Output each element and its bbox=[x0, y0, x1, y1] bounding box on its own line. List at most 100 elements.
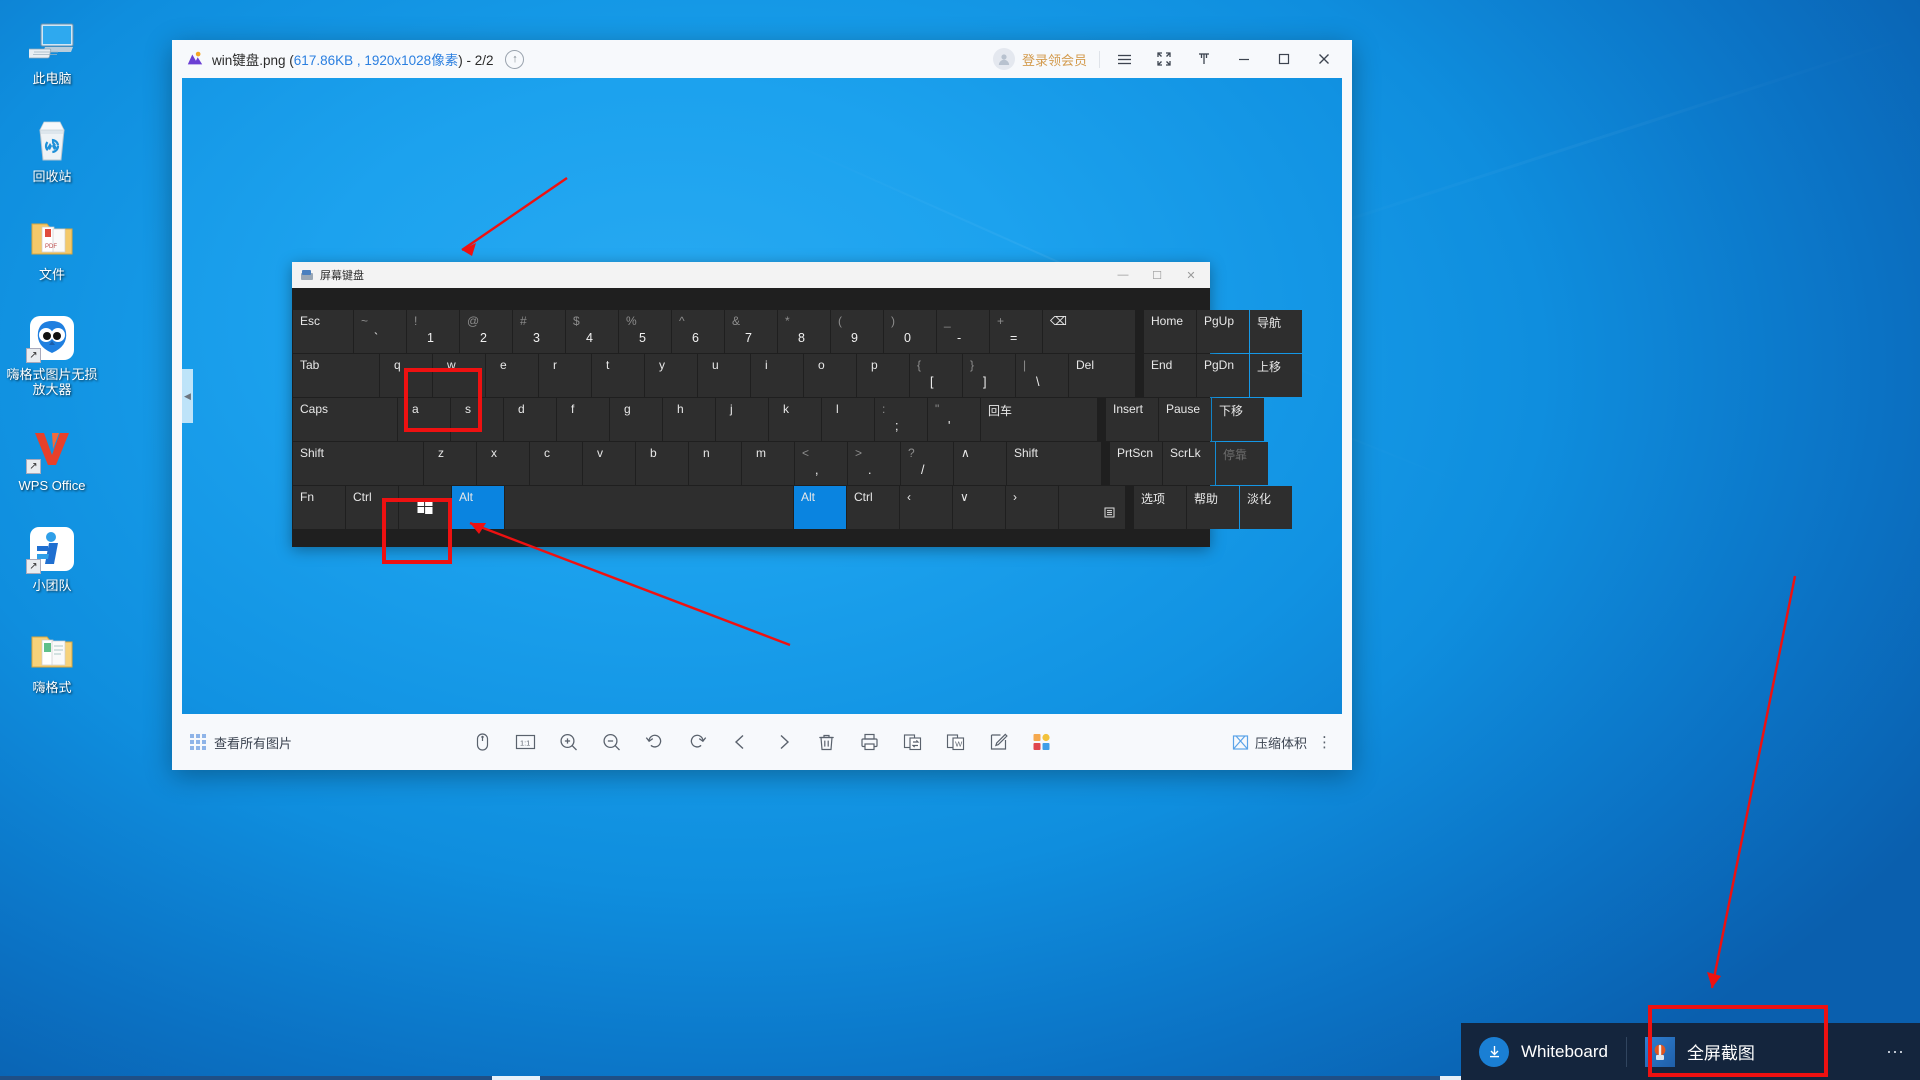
zoom-out-tool[interactable] bbox=[599, 729, 625, 755]
osk-key-g[interactable]: g bbox=[610, 398, 662, 441]
osk-key-esc[interactable]: Esc bbox=[293, 310, 353, 353]
next-image-tool[interactable] bbox=[771, 729, 797, 755]
osk-key-c[interactable]: c bbox=[530, 442, 582, 485]
osk-key-选项[interactable]: 选项 bbox=[1134, 486, 1186, 529]
previous-image-tool[interactable] bbox=[728, 729, 754, 755]
osk-key-d[interactable]: d bbox=[504, 398, 556, 441]
osk-key-caps[interactable]: Caps bbox=[293, 398, 397, 441]
osk-key-key[interactable]: ∨ bbox=[953, 486, 1005, 529]
dock-more-button[interactable]: ··· bbox=[1870, 1041, 1920, 1062]
desktop-icon-image-enlarger[interactable]: ↗ 嗨格式图片无损放大器 bbox=[0, 304, 104, 397]
desktop-icon-recycle-bin[interactable]: 回收站 bbox=[0, 106, 104, 184]
desktop-icon-wps-office[interactable]: ↗ WPS Office bbox=[0, 415, 104, 493]
osk-close-button[interactable]: ✕ bbox=[1174, 263, 1208, 287]
osk-key-pgdn[interactable]: PgDn bbox=[1197, 354, 1249, 397]
osk-key-key[interactable]: › bbox=[1006, 486, 1058, 529]
edit-tool[interactable] bbox=[986, 729, 1012, 755]
osk-key-z[interactable]: z bbox=[424, 442, 476, 485]
more-options-button[interactable]: ⋮ bbox=[1315, 733, 1334, 751]
fullscreen-screenshot-button[interactable]: 全屏截图 bbox=[1627, 1023, 1773, 1080]
actual-size-tool[interactable]: 1:1 bbox=[513, 729, 539, 755]
osk-key-4[interactable]: $4 bbox=[566, 310, 618, 353]
view-all-images-button[interactable]: 查看所有图片 bbox=[190, 733, 292, 752]
osk-key-9[interactable]: (9 bbox=[831, 310, 883, 353]
osk-key-[interactable]: " ' bbox=[928, 398, 980, 441]
osk-key-space[interactable] bbox=[505, 486, 793, 529]
osk-maximize-button[interactable]: ☐ bbox=[1140, 263, 1174, 287]
osk-key-p[interactable]: p bbox=[857, 354, 909, 397]
osk-key-s[interactable]: s bbox=[451, 398, 503, 441]
apps-tool[interactable] bbox=[1029, 729, 1055, 755]
osk-key-8[interactable]: * 8 bbox=[778, 310, 830, 353]
osk-key-下移[interactable]: 下移 bbox=[1212, 398, 1264, 441]
osk-key-淡化[interactable]: 淡化 bbox=[1240, 486, 1292, 529]
zoom-in-tool[interactable] bbox=[556, 729, 582, 755]
convert-image-tool[interactable] bbox=[900, 729, 926, 755]
osk-key-[interactable]: {[ bbox=[910, 354, 962, 397]
osk-key-b[interactable]: b bbox=[636, 442, 688, 485]
osk-key-7[interactable]: & 7 bbox=[725, 310, 777, 353]
osk-key-pause[interactable]: Pause bbox=[1159, 398, 1211, 441]
pin-button[interactable] bbox=[1184, 41, 1224, 77]
osk-key-5[interactable]: % 5 bbox=[619, 310, 671, 353]
osk-key-windows[interactable] bbox=[399, 486, 451, 529]
desktop-icon-small-team[interactable]: ↗ 小团队 bbox=[0, 515, 104, 593]
osk-minimize-button[interactable]: — bbox=[1106, 263, 1140, 287]
osk-key-shift[interactable]: Shift bbox=[293, 442, 423, 485]
fullscreen-button[interactable] bbox=[1144, 41, 1184, 77]
desktop-icon-hge-folder[interactable]: 嗨格式 bbox=[0, 617, 104, 695]
print-tool[interactable] bbox=[857, 729, 883, 755]
osk-key-ctrl[interactable]: Ctrl bbox=[346, 486, 398, 529]
osk-key-a[interactable]: a bbox=[398, 398, 450, 441]
osk-key-[interactable]: _ - bbox=[937, 310, 989, 353]
osk-key-end[interactable]: End bbox=[1144, 354, 1196, 397]
osk-key-[interactable]: <, bbox=[795, 442, 847, 485]
osk-key-回车[interactable]: 回车 bbox=[981, 398, 1097, 441]
osk-key-i[interactable]: i bbox=[751, 354, 803, 397]
osk-key-m[interactable]: m bbox=[742, 442, 794, 485]
osk-key-key[interactable]: ∧ bbox=[954, 442, 1006, 485]
rotate-right-tool[interactable] bbox=[685, 729, 711, 755]
osk-key-home[interactable]: Home bbox=[1144, 310, 1196, 353]
osk-key-ctrl[interactable]: Ctrl bbox=[847, 486, 899, 529]
upload-cloud-icon[interactable]: ↑ bbox=[505, 49, 525, 69]
osk-key-2[interactable]: @2 bbox=[460, 310, 512, 353]
osk-key-fn[interactable]: Fn bbox=[293, 486, 345, 529]
osk-key-[interactable]: }] bbox=[963, 354, 1015, 397]
osk-key-导航[interactable]: 导航 bbox=[1250, 310, 1302, 353]
osk-key-r[interactable]: r bbox=[539, 354, 591, 397]
minimize-button[interactable] bbox=[1224, 41, 1264, 77]
osk-key-alt[interactable]: Alt bbox=[794, 486, 846, 529]
osk-key-key[interactable]: ⌫ bbox=[1043, 310, 1135, 353]
osk-key-[interactable]: ? / bbox=[901, 442, 953, 485]
osk-key-6[interactable]: ^ 6 bbox=[672, 310, 724, 353]
image-canvas[interactable]: ◀ 屏幕键盘 — ☐ ✕ Esc ~ `! 1 @2 #3 $4% 5 ^ 6 & 7 * 8(9) 0 _ -… bbox=[182, 78, 1342, 714]
osk-key-[interactable]: >. bbox=[848, 442, 900, 485]
osk-key-x[interactable]: x bbox=[477, 442, 529, 485]
delete-tool[interactable] bbox=[814, 729, 840, 755]
osk-key-f[interactable]: f bbox=[557, 398, 609, 441]
login-member-button[interactable]: 登录领会员 bbox=[992, 48, 1099, 70]
osk-key-l[interactable]: l bbox=[822, 398, 874, 441]
osk-key-del[interactable]: Del bbox=[1069, 354, 1135, 397]
osk-key-w[interactable]: w bbox=[433, 354, 485, 397]
osk-key-t[interactable]: t bbox=[592, 354, 644, 397]
osk-key-alt[interactable]: Alt bbox=[452, 486, 504, 529]
osk-key-u[interactable]: u bbox=[698, 354, 750, 397]
osk-key-o[interactable]: o bbox=[804, 354, 856, 397]
osk-key-h[interactable]: h bbox=[663, 398, 715, 441]
osk-key-[interactable]: ~ ` bbox=[354, 310, 406, 353]
close-button[interactable] bbox=[1304, 41, 1344, 77]
osk-key-scrlk[interactable]: ScrLk bbox=[1163, 442, 1215, 485]
osk-key-tab[interactable]: Tab bbox=[293, 354, 379, 397]
osk-key-e[interactable]: e bbox=[486, 354, 538, 397]
osk-key-v[interactable]: v bbox=[583, 442, 635, 485]
osk-key-停靠[interactable]: 停靠 bbox=[1216, 442, 1268, 485]
desktop-icon-this-pc[interactable]: 此电脑 bbox=[0, 8, 104, 86]
osk-key-[interactable]: | \ bbox=[1016, 354, 1068, 397]
osk-key-上移[interactable]: 上移 bbox=[1250, 354, 1302, 397]
osk-key-1[interactable]: ! 1 bbox=[407, 310, 459, 353]
osk-key-context-menu[interactable] bbox=[1059, 486, 1125, 529]
osk-key-key[interactable]: ‹ bbox=[900, 486, 952, 529]
osk-key-[interactable]: + = bbox=[990, 310, 1042, 353]
